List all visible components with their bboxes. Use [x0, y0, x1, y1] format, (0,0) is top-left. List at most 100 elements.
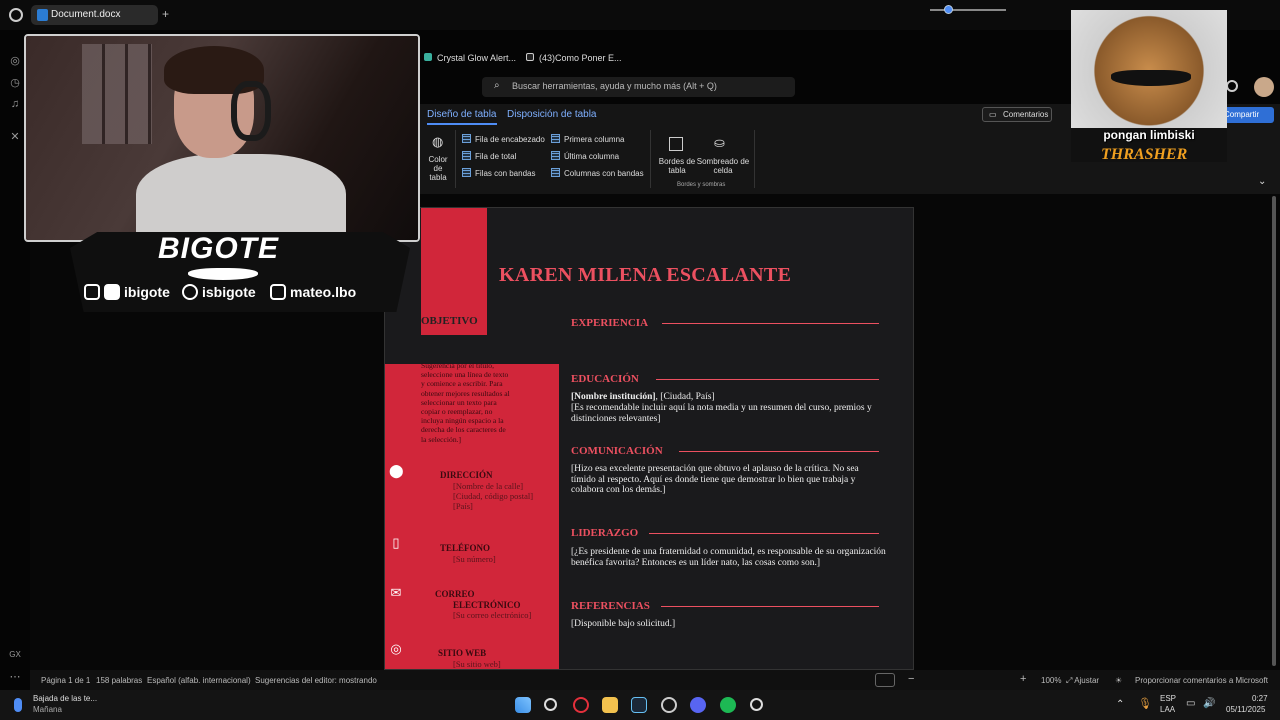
- opera-gx-icon[interactable]: [573, 697, 589, 713]
- comunicacion-heading[interactable]: COMUNICACIÓN: [571, 445, 663, 457]
- gx-label[interactable]: GX: [8, 650, 22, 664]
- fit-button[interactable]: ⤢ Ajustar: [1066, 676, 1099, 686]
- editor-suggestions[interactable]: Sugerencias del editor: mostrando: [255, 676, 377, 685]
- zoom-in-icon[interactable]: +: [1020, 673, 1026, 685]
- more-icon[interactable]: ⋯: [8, 670, 22, 684]
- liderazgo-heading[interactable]: LIDERAZGO: [571, 527, 638, 539]
- language-status[interactable]: Español (alfab. internacional): [147, 676, 251, 685]
- correo-heading-1[interactable]: CORREO: [435, 589, 475, 599]
- zoom-slider-knob[interactable]: [944, 5, 953, 14]
- option-fila-total[interactable]: Fila de total: [462, 151, 516, 161]
- app-icon[interactable]: [661, 697, 677, 713]
- microphone-icon[interactable]: 🎙: [1138, 697, 1152, 710]
- bookmark-crystal-glow[interactable]: Crystal Glow Alert...: [424, 53, 516, 63]
- zoom-out-icon[interactable]: −: [908, 673, 914, 685]
- bookmark-label: (43)Como Poner E...: [539, 53, 622, 63]
- resume-name[interactable]: KAREN MILENA ESCALANTE: [499, 264, 791, 287]
- new-tab-button[interactable]: +: [162, 7, 169, 21]
- direccion-line-3[interactable]: [País]: [453, 501, 473, 511]
- x-twitter-icon[interactable]: ✕: [8, 130, 22, 144]
- history-icon[interactable]: ◷: [8, 76, 22, 90]
- sombreado-label-1: Sombreado de: [696, 157, 750, 166]
- page-count[interactable]: Página 1 de 1: [41, 676, 90, 685]
- educacion-heading[interactable]: EDUCACIÓN: [571, 373, 639, 385]
- paint-bucket-icon[interactable]: ⛀: [714, 135, 725, 151]
- color-tabla-label-1: Color de: [428, 155, 448, 173]
- web-heading[interactable]: SITIO WEB: [438, 648, 486, 658]
- option-ultima-columna[interactable]: Última columna: [551, 151, 619, 161]
- status-bar: Página 1 de 1 158 palabras Español (alfa…: [30, 670, 1280, 690]
- email-icon: ✉: [390, 585, 402, 600]
- zoom-level[interactable]: 100%: [1041, 676, 1061, 685]
- direccion-heading[interactable]: DIRECCIÓN: [440, 470, 493, 480]
- settings-icon[interactable]: [1226, 80, 1238, 92]
- chevron-down-icon[interactable]: ⌄: [1258, 176, 1266, 187]
- option-label: Primera columna: [564, 135, 625, 144]
- direccion-line-1[interactable]: [Nombre de la calle]: [453, 481, 523, 491]
- option-primera-columna[interactable]: Primera columna: [551, 134, 624, 144]
- referencias-body[interactable]: [Disponible bajo solicitud.]: [571, 619, 891, 630]
- objetivo-heading[interactable]: OBJETIVO: [421, 315, 478, 327]
- scrollbar-thumb[interactable]: [1272, 196, 1276, 666]
- sombreado-celda-button[interactable]: Sombreado de celda: [696, 157, 750, 175]
- option-fila-encabezado[interactable]: Fila de encabezado: [462, 134, 545, 144]
- option-columnas-bandas[interactable]: Columnas con bandas: [551, 168, 644, 178]
- option-filas-bandas[interactable]: Filas con bandas: [462, 168, 535, 178]
- web-line[interactable]: [Su sitio web]: [453, 659, 501, 669]
- twitch-icon: [84, 284, 100, 300]
- player-icon[interactable]: ♫: [8, 98, 22, 112]
- word-count[interactable]: 158 palabras: [96, 676, 142, 685]
- kick-icon: [104, 284, 120, 300]
- checkbox-icon: [462, 134, 471, 143]
- steam-icon[interactable]: [631, 697, 647, 713]
- bookmark-tiktok[interactable]: (43)Como Poner E...: [526, 53, 622, 63]
- correo-line[interactable]: [Su correo electrónico]: [453, 610, 531, 620]
- referencias-heading[interactable]: REFERENCIAS: [571, 600, 650, 612]
- borders-icon[interactable]: [669, 137, 683, 151]
- ai-icon[interactable]: ◎: [8, 54, 22, 68]
- webcam-streamer-body: [136, 154, 346, 240]
- educacion-body[interactable]: [Es recomendable incluir aquí la nota me…: [571, 403, 891, 424]
- palette-icon[interactable]: ◍: [432, 134, 443, 150]
- liderazgo-body[interactable]: [¿Es presidente de una fraternidad o com…: [571, 547, 891, 568]
- objetivo-text[interactable]: Sugerencia por el título, seleccione una…: [421, 361, 511, 444]
- view-mode-icon[interactable]: [875, 673, 895, 687]
- search-input[interactable]: ⌕ Buscar herramientas, ayuda y mucho más…: [482, 77, 795, 97]
- chevron-up-icon[interactable]: ⌃: [1116, 699, 1124, 710]
- telefono-heading[interactable]: TELÉFONO: [440, 543, 490, 553]
- discord-icon[interactable]: [690, 697, 706, 713]
- comunicacion-body[interactable]: [Hizo esa excelente presentación que obt…: [571, 464, 876, 496]
- volume-icon[interactable]: 🔊: [1203, 698, 1215, 709]
- weather-title[interactable]: Bajada de las te...: [33, 694, 97, 703]
- webcam-overlay: [24, 34, 420, 242]
- tab-diseno-de-tabla[interactable]: Diseño de tabla: [427, 109, 497, 125]
- clock-date[interactable]: 05/11/2025: [1226, 705, 1265, 714]
- network-icon[interactable]: ▭: [1186, 698, 1195, 709]
- search-icon[interactable]: [544, 698, 557, 711]
- language-indicator-2[interactable]: LAA: [1160, 705, 1175, 714]
- document-page[interactable]: KAREN MILENA ESCALANTE OBJETIVO Sugerenc…: [384, 207, 914, 670]
- settings-gear-icon[interactable]: [750, 698, 763, 711]
- correo-heading-2[interactable]: ELECTRÓNICO: [453, 600, 521, 610]
- tab-disposicion-de-tabla[interactable]: Disposición de tabla: [507, 109, 597, 120]
- feedback-icon[interactable]: ☀: [1115, 676, 1122, 685]
- file-explorer-icon[interactable]: [602, 697, 618, 713]
- opera-gx-logo-icon[interactable]: [9, 8, 23, 22]
- zoom-slider-track[interactable]: [930, 9, 1006, 11]
- feedback-link[interactable]: Proporcionar comentarios a Microsoft: [1135, 676, 1268, 685]
- comments-button[interactable]: ▭ Comentarios: [982, 107, 1052, 122]
- windows-start-icon[interactable]: [515, 697, 531, 713]
- option-label: Filas con bandas: [475, 169, 536, 178]
- clock-time[interactable]: 0:27: [1252, 694, 1268, 703]
- language-indicator-1[interactable]: ESP: [1160, 694, 1176, 703]
- color-tabla-button[interactable]: Color de tabla: [423, 155, 453, 182]
- avatar[interactable]: [1254, 77, 1274, 97]
- spotify-icon[interactable]: [720, 697, 736, 713]
- direccion-line-2[interactable]: [Ciudad, código postal]: [453, 491, 533, 501]
- weather-icon[interactable]: [14, 698, 22, 712]
- telefono-line[interactable]: [Su número]: [453, 554, 496, 564]
- bordes-tabla-button[interactable]: Bordes de tabla: [656, 157, 698, 175]
- tab-document[interactable]: Document.docx: [31, 5, 158, 25]
- experiencia-heading[interactable]: EXPERIENCIA: [571, 317, 648, 329]
- educacion-institution[interactable]: [Nombre institución], [Ciudad, País]: [571, 392, 891, 403]
